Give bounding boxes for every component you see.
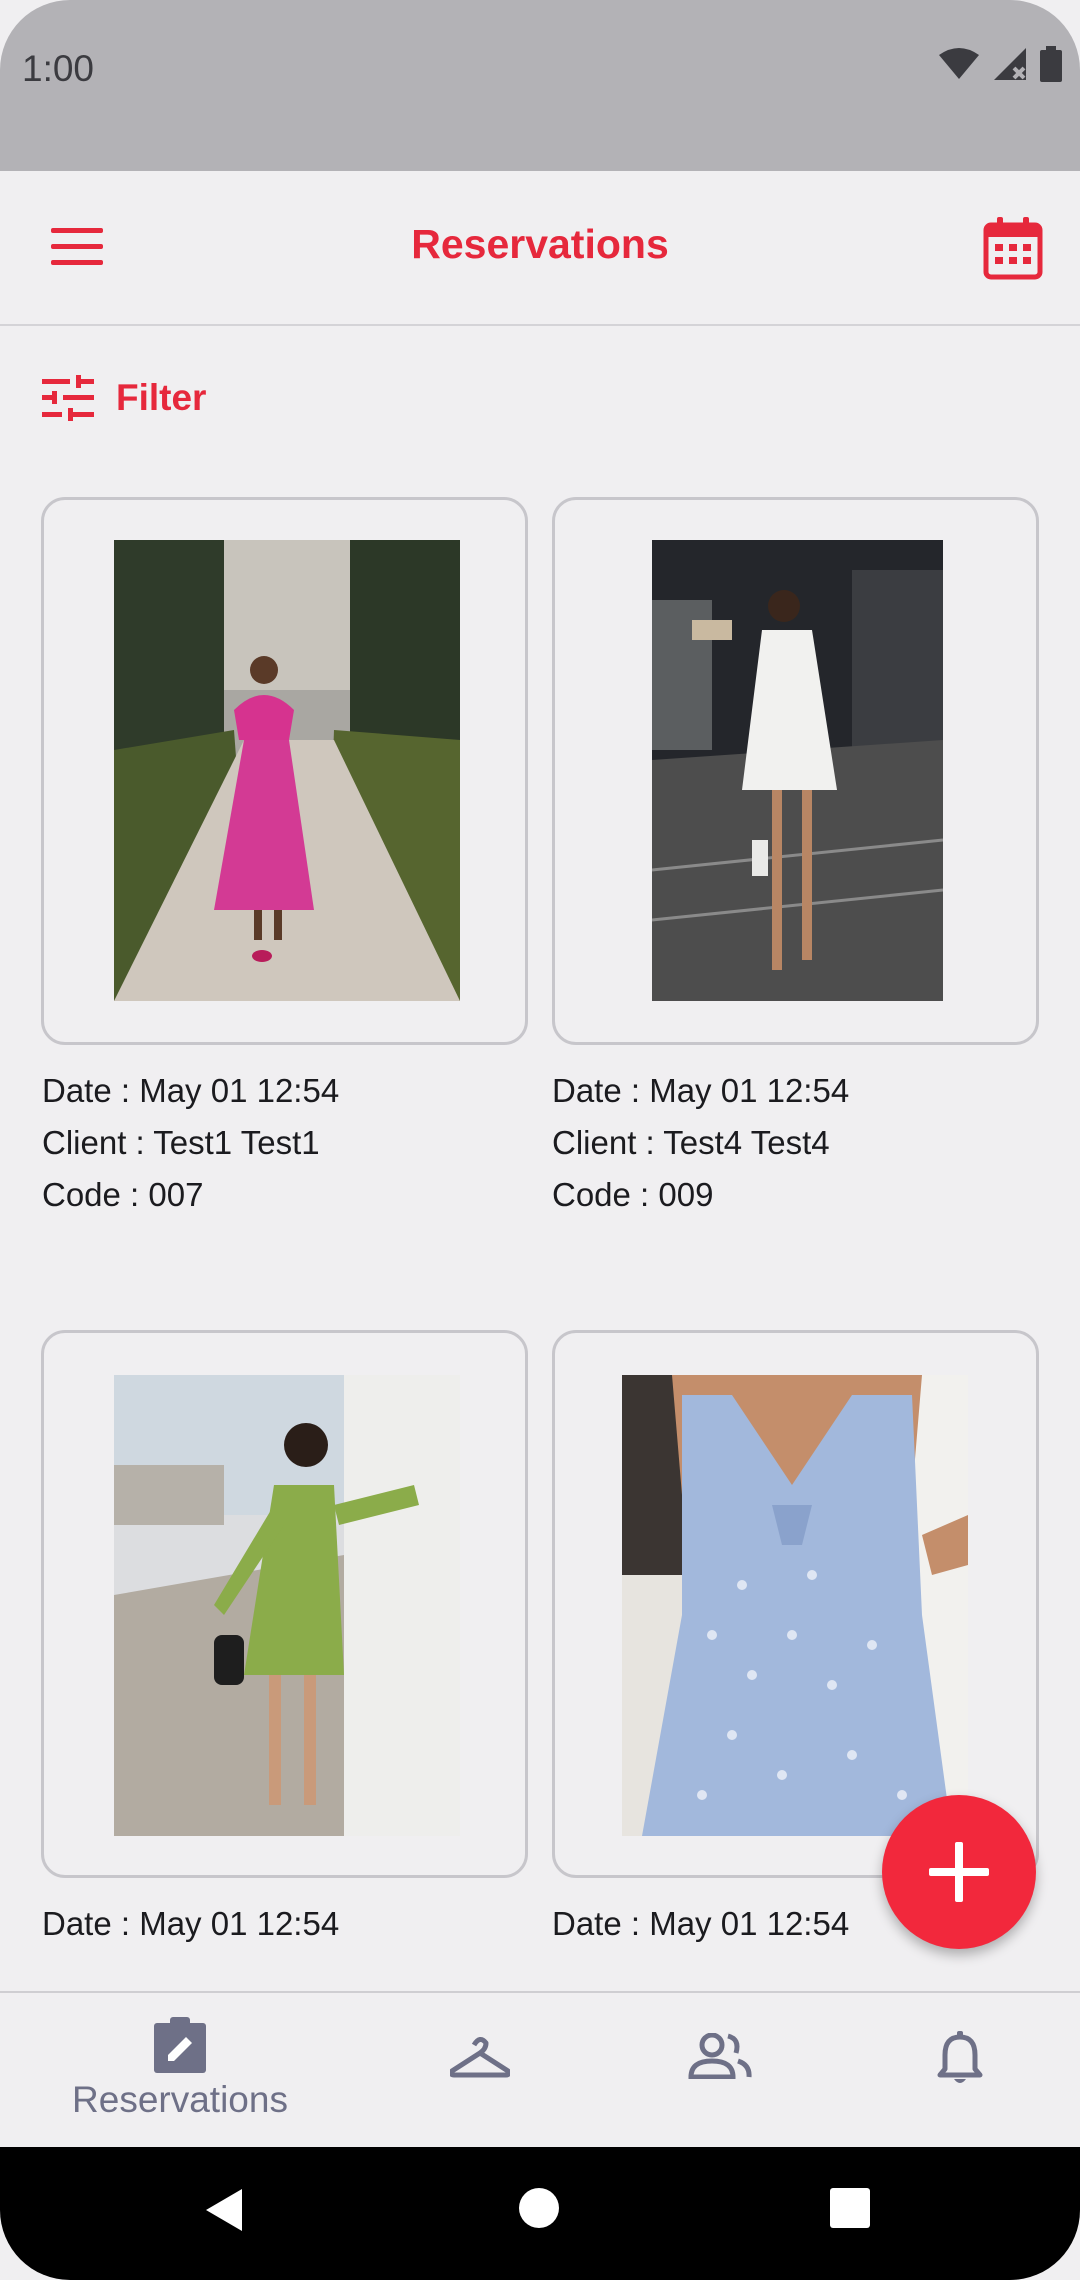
nav-item-dresses[interactable] [400,1993,560,2149]
back-icon[interactable] [204,2187,244,2233]
app-bar: Reservations [0,171,1080,326]
nav-label-reservations: Reservations [72,2079,288,2120]
clipboard-edit-icon [154,2017,206,2073]
reservation-details: Date : May 01 12:54 Client : Test4 Test4… [552,1065,849,1221]
status-time: 1:00 [22,48,95,89]
recents-icon[interactable] [829,2187,871,2229]
dress-photo [114,540,460,1001]
card-frame[interactable] [41,497,528,1045]
card-frame[interactable] [41,1330,528,1878]
reservation-client: Client : Test4 Test4 [552,1124,830,1161]
dress-photo [652,540,943,1001]
reservation-grid: Date : May 01 12:54 Client : Test1 Test1… [0,0,1080,2280]
plus-icon [929,1842,989,1902]
reservation-details: Date : May 01 12:54 [552,1898,849,1950]
reservation-date: Date : May 01 12:54 [552,1072,850,1109]
bell-icon [937,2031,983,2083]
dress-photo [622,1375,968,1836]
status-bar: 1:00 [0,0,1080,171]
reservation-date: Date : May 01 12:54 [552,1905,850,1942]
filter-label: Filter [116,377,207,418]
nav-item-notifications[interactable] [880,1993,1040,2149]
reservation-code: Code : 007 [42,1176,204,1213]
reservation-date: Date : May 01 12:54 [42,1905,340,1942]
reservation-details: Date : May 01 12:54 [42,1898,339,1950]
hanger-icon [450,2037,510,2078]
bottom-navigation: Reservations [0,1991,1080,2147]
dress-photo [114,1375,460,1836]
wifi-icon [939,48,979,79]
cellular-signal-icon [994,48,1026,80]
nav-item-clients[interactable] [640,1993,800,2149]
card-frame[interactable] [552,497,1039,1045]
filter-button[interactable]: Filter [42,368,206,428]
reservation-client: Client : Test1 Test1 [42,1124,320,1161]
page-title: Reservations [411,221,669,267]
battery-icon [1040,46,1062,82]
tune-sliders-icon [42,375,94,421]
system-navigation-bar [0,2147,1080,2280]
reservation-date: Date : May 01 12:54 [42,1072,340,1109]
status-icons [938,46,1062,82]
home-icon[interactable] [518,2187,560,2229]
people-icon [688,2033,752,2079]
reservation-details: Date : May 01 12:54 Client : Test1 Test1… [42,1065,339,1221]
calendar-button[interactable] [976,211,1050,285]
add-reservation-button[interactable] [882,1795,1036,1949]
calendar-icon [983,217,1043,280]
nav-item-reservations[interactable]: Reservations [60,1993,300,2149]
reservation-code: Code : 009 [552,1176,714,1213]
